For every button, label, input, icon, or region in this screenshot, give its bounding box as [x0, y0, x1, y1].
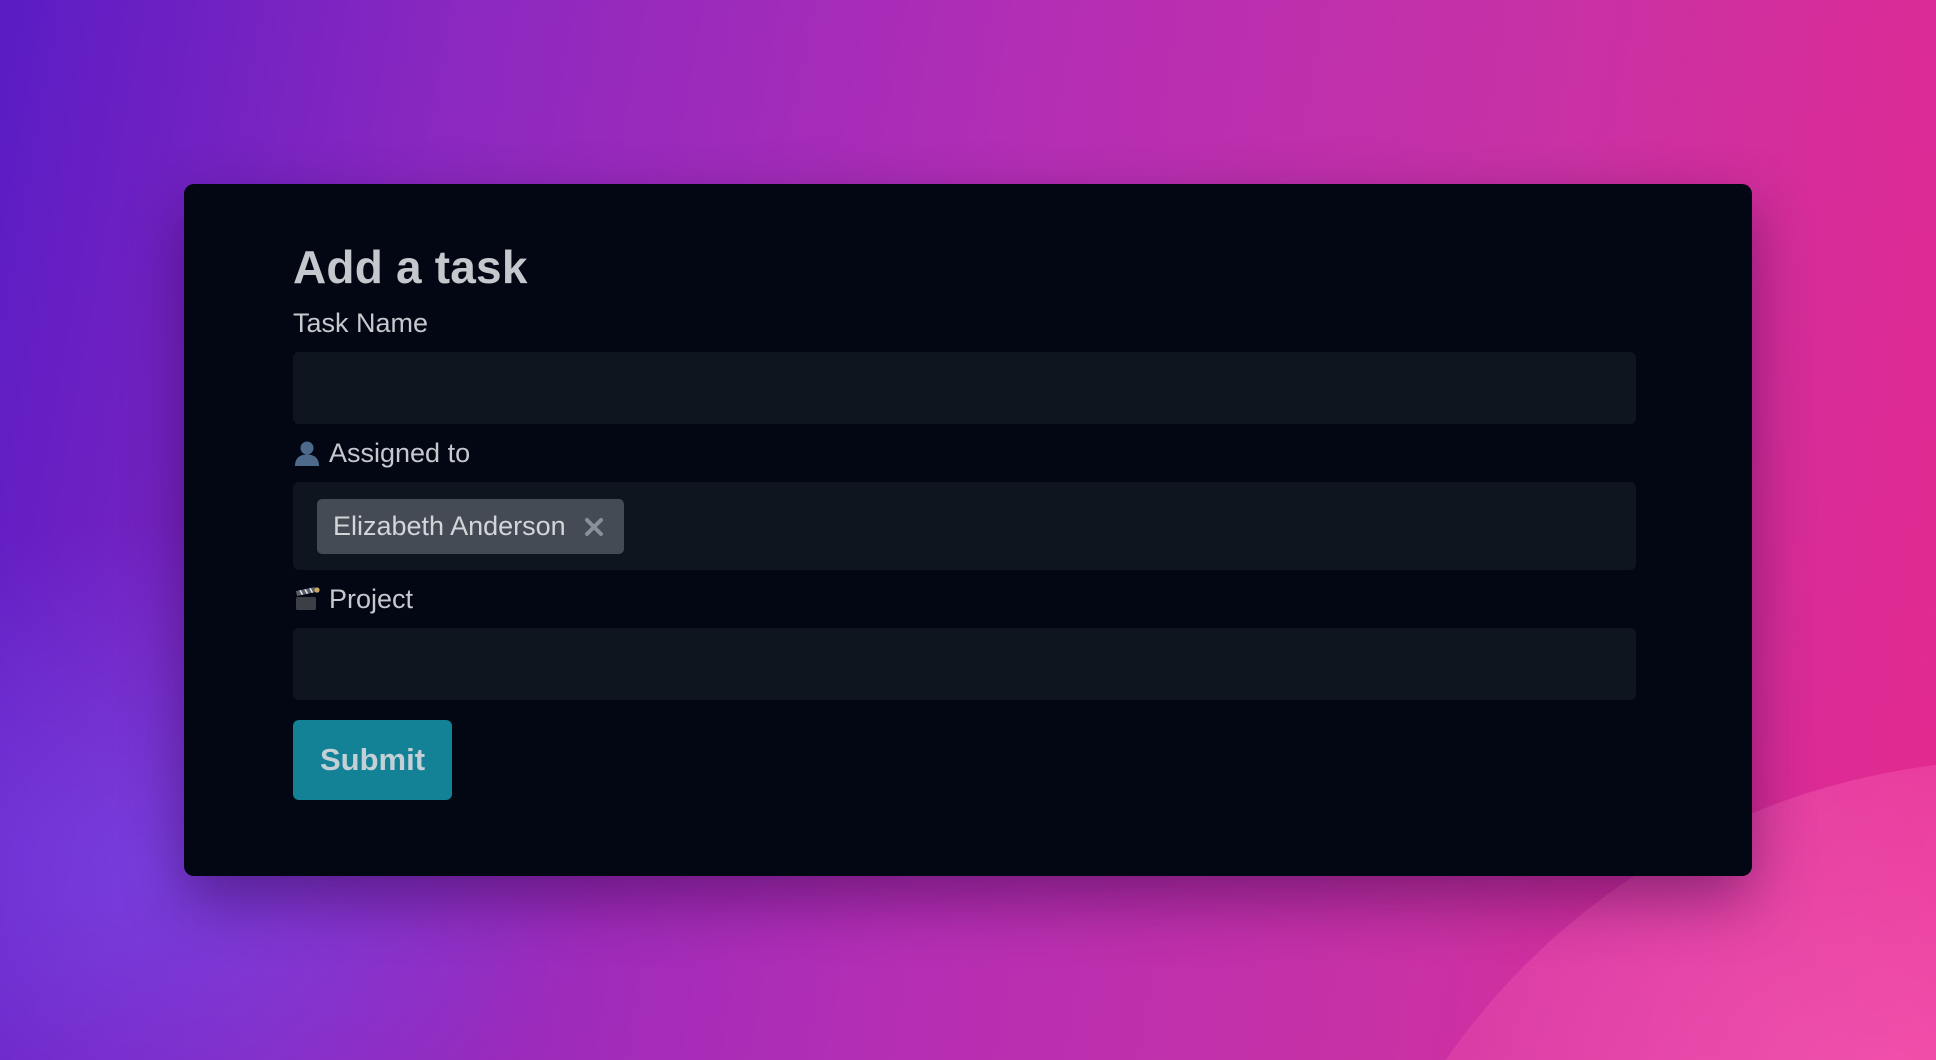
form-title: Add a task	[293, 241, 528, 293]
task-name-label-text: Task Name	[293, 307, 429, 338]
person-silhouette-icon	[293, 439, 321, 467]
project-label: Project	[293, 584, 1636, 614]
project-input[interactable]	[293, 628, 1636, 700]
project-label-text: Project	[329, 583, 414, 614]
close-x-icon[interactable]	[580, 513, 608, 541]
assigned-to-input[interactable]: Elizabeth Anderson	[293, 482, 1636, 570]
assigned-to-label-text: Assigned to	[329, 437, 471, 468]
assigned-to-label: Assigned to	[293, 438, 1636, 468]
task-name-input[interactable]	[293, 352, 1636, 424]
add-task-card: Add a task Task Name Assigned to Elizabe…	[184, 184, 1752, 876]
submit-button[interactable]: Submit	[293, 720, 452, 800]
task-name-label: Task Name	[293, 308, 1636, 338]
assignee-tag-name: Elizabeth Anderson	[333, 511, 566, 541]
clapper-board-icon	[293, 585, 321, 613]
assignee-tag: Elizabeth Anderson	[317, 499, 624, 554]
add-task-form: Add a task Task Name Assigned to Elizabe…	[293, 244, 1636, 800]
